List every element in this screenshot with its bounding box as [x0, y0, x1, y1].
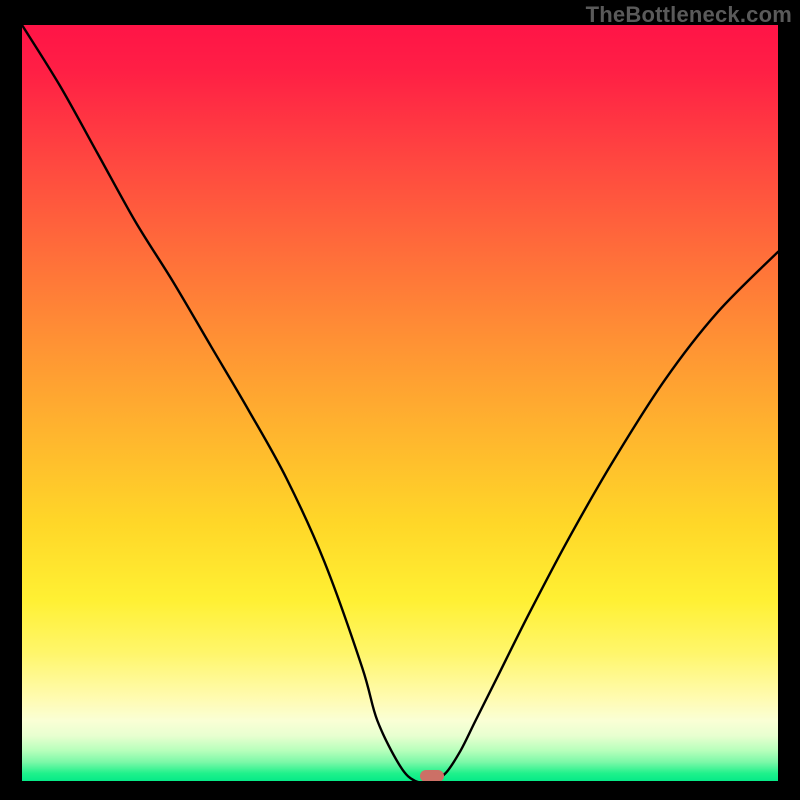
- curve-path: [22, 25, 778, 781]
- bottleneck-curve: [22, 25, 778, 781]
- optimal-point-marker: [420, 770, 444, 781]
- chart-frame: TheBottleneck.com: [0, 0, 800, 800]
- watermark-text: TheBottleneck.com: [586, 2, 792, 28]
- plot-area: [22, 25, 778, 781]
